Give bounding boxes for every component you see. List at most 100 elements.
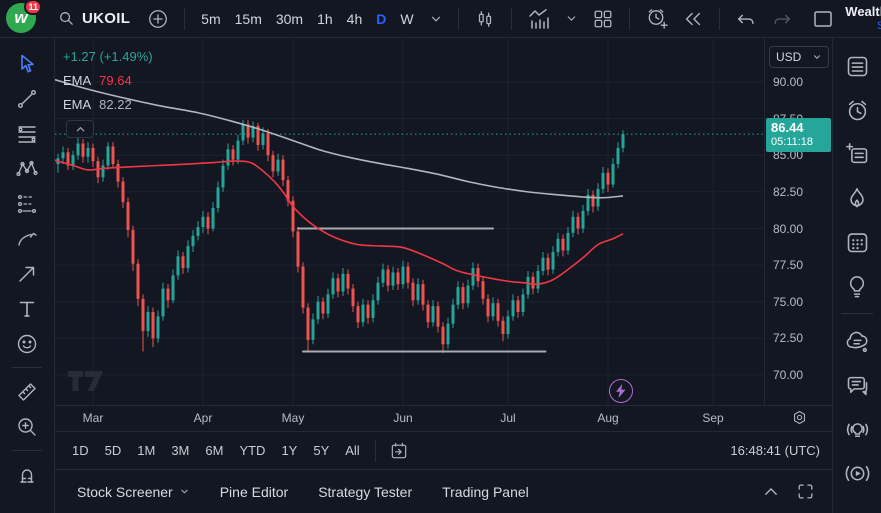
brush-icon [15, 227, 39, 251]
panel-expand-button[interactable] [757, 480, 785, 504]
range-1D[interactable]: 1D [65, 440, 96, 461]
chevron-up-icon [75, 124, 86, 135]
indicators-button[interactable] [522, 4, 556, 34]
private-chat-button[interactable] [837, 363, 877, 407]
create-alert-button[interactable] [640, 4, 673, 33]
chart-canvas[interactable] [55, 38, 764, 405]
interval-D[interactable]: D [370, 8, 392, 30]
undo-button[interactable] [730, 5, 762, 33]
tab-strategy-tester[interactable]: Strategy Tester [308, 478, 422, 506]
calendar-button[interactable] [837, 220, 877, 264]
interval-5m[interactable]: 5m [195, 8, 226, 30]
redo-button[interactable] [766, 5, 798, 33]
flame-icon [844, 185, 870, 211]
panel-maximize-button[interactable] [791, 479, 820, 504]
chart-type-button[interactable] [469, 5, 501, 33]
axis-month-Mar: Mar [83, 411, 104, 425]
prediction-tool-button[interactable] [8, 186, 46, 221]
ema-fast-row[interactable]: EMA 79.64 [63, 74, 153, 87]
interval-expand-button[interactable] [424, 9, 448, 29]
layout-name-menu[interactable]: Wealthy Educ. Save [844, 5, 881, 31]
interval-15m[interactable]: 15m [229, 8, 268, 30]
toolbar-separator [184, 8, 185, 30]
brush-tool-button[interactable] [8, 221, 46, 256]
emoji-tool-button[interactable] [8, 326, 46, 361]
measure-tool-button[interactable] [8, 374, 46, 409]
trend-line-tool-button[interactable] [8, 81, 46, 116]
lightbulb-icon [844, 273, 870, 299]
toolbar-separator [511, 8, 512, 30]
range-5Y[interactable]: 5Y [306, 440, 336, 461]
interval-4h[interactable]: 4h [341, 8, 369, 30]
interval-1h[interactable]: 1h [311, 8, 339, 30]
zoom-in-tool-button[interactable] [8, 409, 46, 444]
price-tick-75.00: 75.00 [773, 295, 803, 309]
alert-clock-plus-icon [645, 7, 668, 30]
save-layout-button[interactable] [806, 4, 840, 34]
utc-clock[interactable]: 16:48:41 (UTC) [730, 443, 822, 458]
chart-legend: +1.27 (+1.49%) EMA 79.64 EMA 82.22 [63, 50, 153, 122]
thought-cloud-icon [844, 328, 871, 355]
price-tick-72.50: 72.50 [773, 331, 803, 345]
watchlist-button[interactable] [837, 44, 877, 88]
ideas-button[interactable] [837, 264, 877, 308]
price-tick-80.00: 80.00 [773, 222, 803, 236]
currency-selector[interactable]: USD [769, 46, 829, 68]
gear-icon [791, 409, 808, 426]
range-1Y[interactable]: 1Y [274, 440, 304, 461]
range-1M[interactable]: 1M [130, 440, 162, 461]
axis-month-Jul: Jul [500, 411, 515, 425]
compare-add-button[interactable] [142, 5, 174, 33]
public-chat-button[interactable] [837, 319, 877, 363]
last-price: 86.44 [771, 120, 826, 136]
tab-label: Trading Panel [442, 484, 529, 500]
range-buttons: 1D5D1M3M6MYTD1Y5YAll [65, 440, 367, 461]
hotlists-button[interactable] [837, 176, 877, 220]
arrow-tool-button[interactable] [8, 256, 46, 291]
watchlist-icon [844, 53, 871, 80]
tab-trading-panel[interactable]: Trading Panel [432, 478, 539, 506]
interval-30m[interactable]: 30m [270, 8, 309, 30]
ema-slow-row[interactable]: EMA 82.22 [63, 98, 153, 111]
range-YTD[interactable]: YTD [232, 440, 272, 461]
chevron-up-icon [762, 483, 780, 501]
streams-button[interactable] [837, 451, 877, 495]
text-icon [15, 297, 39, 321]
indicators-icon [527, 7, 551, 31]
legend-collapse-button[interactable] [66, 120, 94, 138]
range-5D[interactable]: 5D [98, 440, 129, 461]
undo-icon [735, 8, 757, 30]
tab-stock-screener[interactable]: Stock Screener [67, 478, 200, 506]
top-toolbar: w 11 UKOIL 5m15m30m1h4hDW [0, 0, 881, 38]
range-All[interactable]: All [338, 440, 366, 461]
user-menu-avatar[interactable]: w 11 [6, 3, 38, 35]
layout-name: Wealthy Educ. [845, 5, 881, 19]
toolbar-separator [458, 8, 459, 30]
calendar-goto-icon [389, 441, 409, 461]
range-3M[interactable]: 3M [164, 440, 196, 461]
tab-pine-editor[interactable]: Pine Editor [210, 478, 298, 506]
fib-retracement-tool-button[interactable] [8, 116, 46, 151]
interval-W[interactable]: W [394, 8, 419, 30]
cursor-tool-button[interactable] [8, 46, 46, 81]
lightning-boost-icon[interactable] [609, 379, 633, 403]
go-to-date-button[interactable] [384, 438, 414, 464]
text-tool-button[interactable] [8, 291, 46, 326]
indicator-templates-button[interactable] [560, 9, 583, 28]
fib-lines-icon [15, 122, 39, 146]
ideas-stream-button[interactable] [837, 407, 877, 451]
alerts-button[interactable] [837, 88, 877, 132]
pattern-tool-button[interactable] [8, 151, 46, 186]
axis-month-Aug: Aug [597, 411, 618, 425]
time-axis[interactable]: MarAprMayJunJulAugSep [55, 405, 832, 431]
price-axis[interactable]: USD 90.0087.5085.0082.5080.0077.5075.007… [764, 38, 832, 405]
axis-settings-button[interactable] [791, 409, 808, 426]
symbol-search[interactable]: UKOIL [50, 6, 138, 31]
bar-replay-button[interactable] [677, 5, 709, 33]
magnet-tool-button[interactable] [8, 457, 46, 492]
journal-button[interactable] [837, 132, 877, 176]
range-6M[interactable]: 6M [198, 440, 230, 461]
ema-slow-value: 82.22 [99, 98, 132, 111]
multichart-layout-button[interactable] [587, 5, 619, 33]
save-button[interactable]: Save [877, 20, 881, 32]
